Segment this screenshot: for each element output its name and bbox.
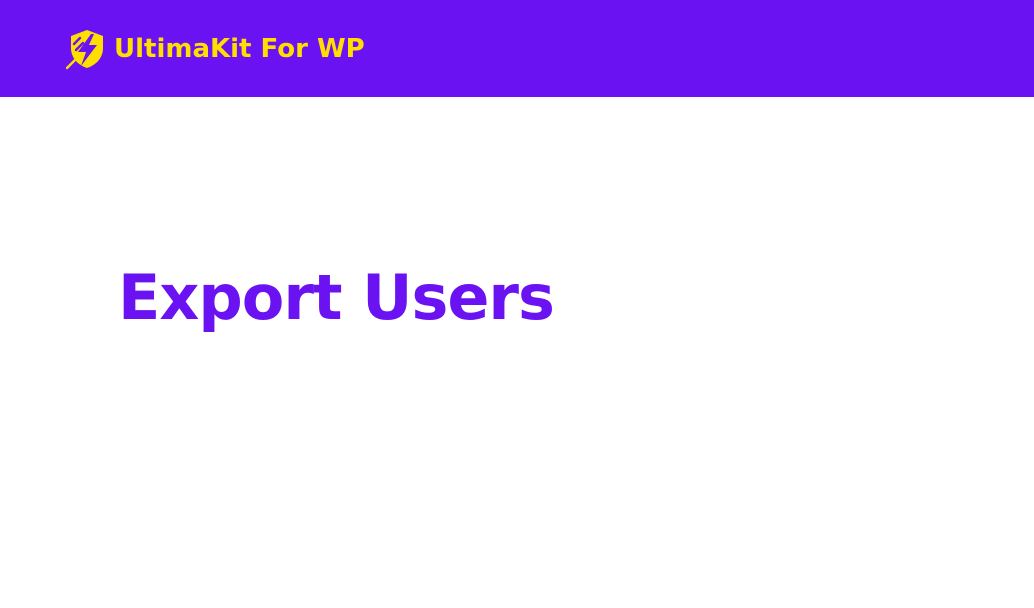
brand-name: UltimaKit For WP: [114, 34, 365, 64]
brand-logo-link[interactable]: UltimaKit For WP: [66, 27, 365, 71]
site-header: UltimaKit For WP: [0, 0, 1034, 97]
main-content: Export Users: [0, 97, 1034, 608]
page-title: Export Users: [118, 261, 555, 334]
shield-lightning-icon: [66, 30, 103, 70]
